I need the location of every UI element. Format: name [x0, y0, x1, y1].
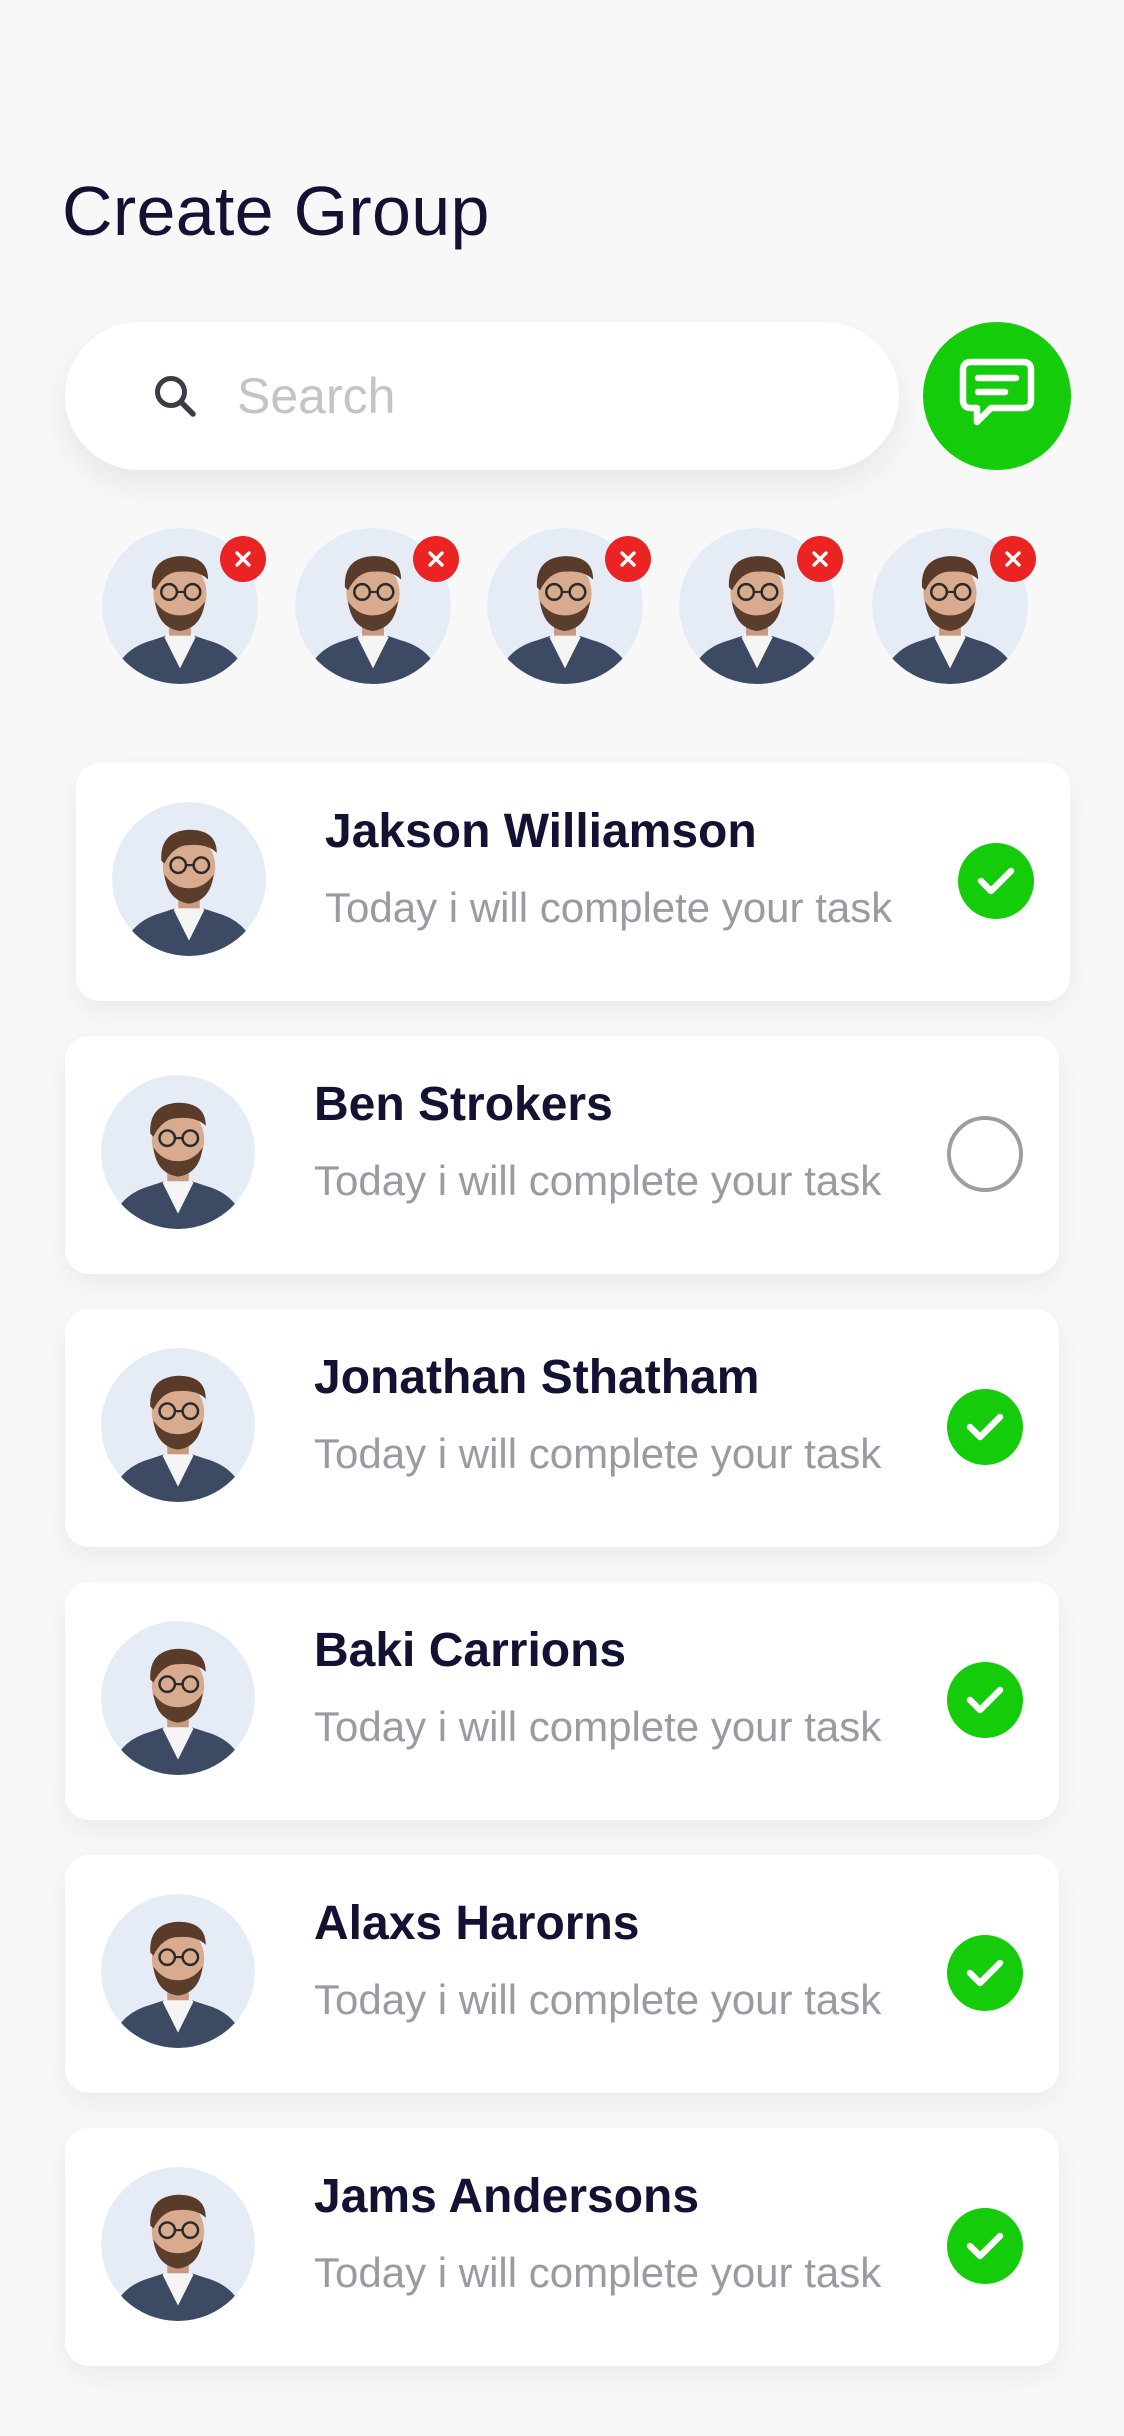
search-bar[interactable] — [65, 322, 899, 470]
selected-member[interactable] — [295, 528, 459, 684]
remove-member-button[interactable] — [990, 536, 1036, 582]
contact-name: Jonathan Sthatham — [314, 1351, 760, 1404]
page-title: Create Group — [62, 172, 490, 250]
remove-member-button[interactable] — [220, 536, 266, 582]
contact-status: Today i will complete your task — [314, 2249, 882, 2296]
contact-name: Jakson Williamson — [325, 805, 757, 858]
avatar — [101, 1075, 255, 1229]
contact-status: Today i will complete your task — [314, 1157, 882, 1204]
contact-card[interactable]: Jams Andersons Today i will complete your… — [65, 2128, 1059, 2366]
avatar — [101, 1348, 255, 1502]
check-icon — [965, 1684, 1005, 1716]
contact-card[interactable]: Alaxs Harorns Today i will complete your … — [65, 1855, 1059, 2093]
contact-name: Jams Andersons — [314, 2170, 700, 2223]
selected-checkbox[interactable] — [947, 1662, 1023, 1738]
contact-card[interactable]: Jonathan Sthatham Today i will complete y… — [65, 1309, 1059, 1547]
check-icon — [976, 865, 1016, 897]
close-icon — [617, 548, 639, 570]
contact-name: Ben Strokers — [314, 1078, 613, 1131]
avatar — [101, 2167, 255, 2321]
message-icon — [957, 356, 1037, 437]
remove-member-button[interactable] — [797, 536, 843, 582]
contact-card[interactable]: Ben Strokers Today i will complete your t… — [65, 1036, 1059, 1274]
close-icon — [232, 548, 254, 570]
contact-status: Today i will complete your task — [325, 884, 893, 931]
check-icon — [965, 2230, 1005, 2262]
contact-status: Today i will complete your task — [314, 1703, 882, 1750]
remove-member-button[interactable] — [413, 536, 459, 582]
search-icon — [153, 374, 197, 418]
selected-checkbox[interactable] — [947, 2208, 1023, 2284]
selected-checkbox[interactable] — [958, 843, 1034, 919]
avatar — [101, 1894, 255, 2048]
close-icon — [425, 548, 447, 570]
selected-members — [0, 520, 1124, 690]
check-icon — [965, 1957, 1005, 1989]
contact-name: Baki Carrions — [314, 1624, 627, 1677]
remove-member-button[interactable] — [605, 536, 651, 582]
check-icon — [965, 1411, 1005, 1443]
selected-member[interactable] — [102, 528, 266, 684]
contact-card[interactable]: Baki Carrions Today i will complete your … — [65, 1582, 1059, 1820]
selected-member[interactable] — [487, 528, 651, 684]
contact-name: Alaxs Harorns — [314, 1897, 640, 1950]
selected-checkbox[interactable] — [947, 1935, 1023, 2011]
avatar — [101, 1621, 255, 1775]
close-icon — [1002, 548, 1024, 570]
search-input[interactable] — [237, 367, 797, 425]
selected-member[interactable] — [679, 528, 843, 684]
contact-status: Today i will complete your task — [314, 1976, 882, 2023]
contact-card[interactable]: Jakson Williamson Today i will complete y… — [76, 763, 1070, 1001]
close-icon — [809, 548, 831, 570]
create-group-screen: Create Group Jakson Williamson Today i wi… — [0, 0, 1124, 2436]
avatar — [112, 802, 266, 956]
selected-member[interactable] — [872, 528, 1036, 684]
selected-checkbox[interactable] — [947, 1389, 1023, 1465]
message-button[interactable] — [923, 322, 1071, 470]
unselected-checkbox[interactable] — [947, 1116, 1023, 1192]
contact-status: Today i will complete your task — [314, 1430, 882, 1477]
